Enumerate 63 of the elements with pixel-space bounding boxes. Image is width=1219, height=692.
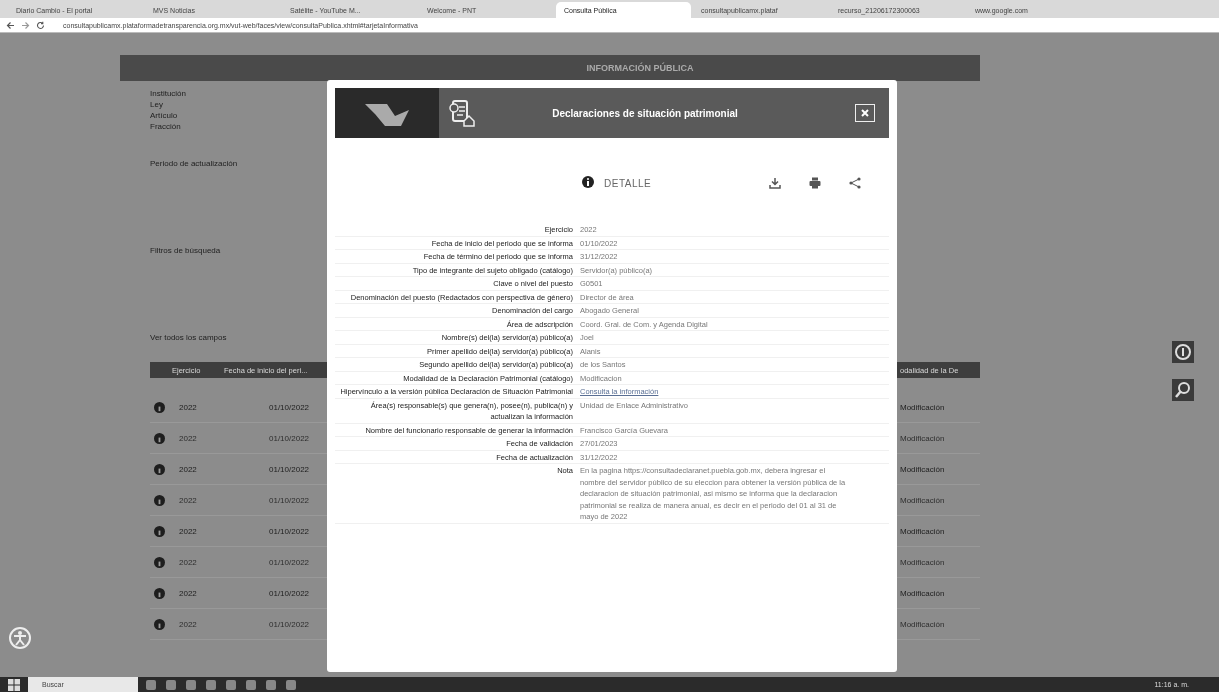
info-icon[interactable] — [154, 556, 165, 568]
table-cell-text: 01/10/2022 — [269, 557, 311, 567]
search-icon[interactable] — [1172, 379, 1194, 401]
filters-link[interactable]: Filtros de búsqueda — [150, 246, 221, 255]
table-cell-text: 01/10/2022 — [269, 433, 311, 443]
table-cell-text: Modificación — [900, 495, 946, 505]
info-icon[interactable] — [1172, 341, 1194, 363]
table-cell-text: 01/10/2022 — [269, 619, 311, 629]
app-icon[interactable] — [266, 679, 276, 690]
table-cell-text: Modificación — [900, 526, 946, 536]
table-cell-text: 01/10/2022 — [269, 464, 311, 474]
close-button[interactable] — [855, 104, 875, 122]
table-cell-text: 2022 — [179, 464, 198, 474]
table-cell-text: Modificación — [900, 619, 946, 629]
app-icon[interactable] — [186, 679, 196, 690]
info-icon[interactable] — [154, 432, 165, 444]
field-label: Artículo — [150, 111, 178, 120]
modal-title: Declaraciones de situación patrimonial — [551, 107, 739, 119]
app-icon[interactable] — [206, 679, 216, 690]
show-all-link[interactable]: Ver todos los campos — [150, 333, 227, 342]
field-label: Ley — [150, 100, 163, 109]
section-title: DETALLE — [604, 177, 652, 189]
app-icon[interactable] — [166, 679, 176, 690]
table-cell-text: 2022 — [179, 557, 198, 567]
info-icon[interactable] — [154, 463, 165, 475]
info-icon[interactable] — [154, 401, 165, 413]
table-cell-text: 2022 — [179, 588, 198, 598]
table-cell-text: 2022 — [179, 619, 198, 629]
info-icon[interactable] — [154, 587, 165, 599]
table-cell-text: Modificación — [900, 588, 946, 598]
table-cell-text: 2022 — [179, 402, 198, 412]
print-icon[interactable] — [809, 177, 821, 189]
close-icon — [861, 109, 869, 117]
info-icon[interactable] — [154, 494, 165, 506]
info-icon[interactable] — [154, 618, 165, 630]
table-cell-text: 2022 — [179, 433, 198, 443]
table-cell-text: Modificación — [900, 402, 946, 412]
table-cell-text: 01/10/2022 — [269, 495, 311, 505]
table-cell-text: 2022 — [179, 526, 198, 536]
table-cell-text: Modificación — [900, 433, 946, 443]
table-cell-text: 01/10/2022 — [269, 526, 311, 536]
banner-title[interactable]: INFORMACIÓN PÚBLICA — [586, 63, 694, 73]
app-icon[interactable] — [146, 679, 156, 690]
app-icon[interactable] — [226, 679, 236, 690]
reload-icon[interactable] — [36, 20, 45, 30]
download-icon[interactable] — [769, 177, 781, 189]
table-cell-text: 01/10/2022 — [269, 588, 311, 598]
document-icon — [449, 99, 475, 127]
forward-icon[interactable] — [21, 20, 30, 30]
field-label: Fracción — [150, 122, 181, 131]
field-label: Periodo de actualización — [150, 159, 238, 168]
table-cell-text: Modificación — [900, 464, 946, 474]
app-icon[interactable] — [246, 679, 256, 690]
share-icon[interactable] — [849, 177, 861, 189]
table-cell-text: Modificación — [900, 557, 946, 567]
table-cell-text: 2022 — [179, 495, 198, 505]
windows-icon[interactable] — [8, 678, 20, 691]
info-icon[interactable] — [154, 525, 165, 537]
field-label: Institución — [150, 89, 187, 98]
logo-icon — [335, 88, 439, 138]
back-icon[interactable] — [6, 20, 15, 30]
app-icon[interactable] — [286, 679, 296, 690]
accessibility-icon[interactable] — [8, 626, 32, 650]
